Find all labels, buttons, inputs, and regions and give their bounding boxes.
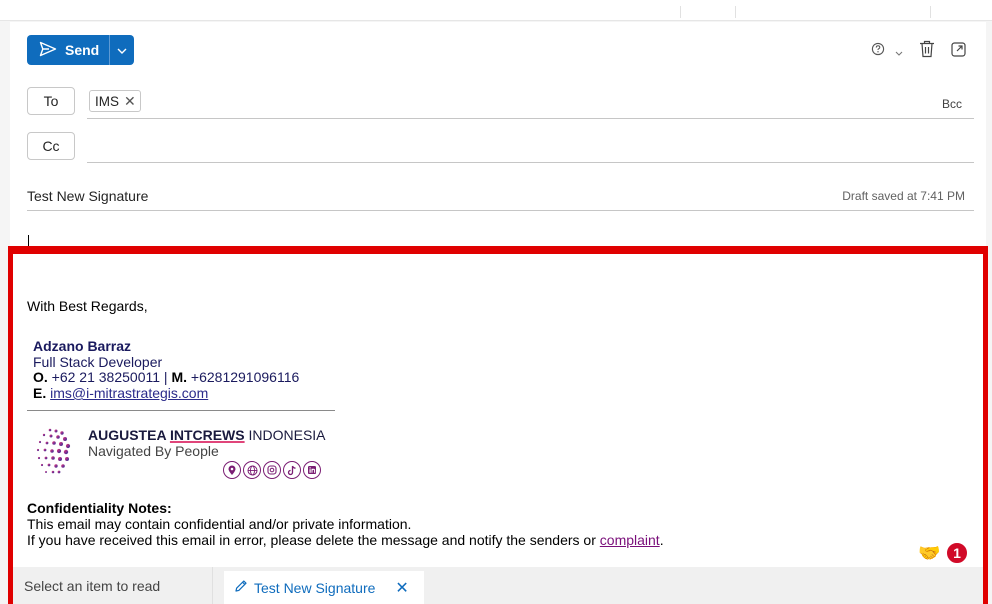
pop-out-button[interactable] — [951, 41, 966, 62]
send-group: Send — [27, 35, 135, 65]
open-in-window-icon — [951, 41, 966, 62]
signature-divider — [27, 410, 335, 411]
toolbar-actions — [871, 40, 966, 63]
close-icon[interactable]: ✕ — [395, 578, 408, 598]
trash-icon — [919, 40, 935, 63]
separator: | — [163, 369, 168, 385]
send-button[interactable]: Send — [27, 35, 110, 65]
text-cursor — [28, 235, 29, 252]
location-icon[interactable] — [223, 461, 241, 479]
divider — [735, 6, 736, 18]
mobile-prefix: M. — [171, 369, 188, 385]
office-phone: +62 21 38250011 — [51, 369, 161, 385]
greeting: With Best Regards, — [27, 298, 148, 314]
handshake-icon[interactable]: 🤝 — [918, 543, 940, 564]
to-label: To — [43, 93, 59, 109]
to-field-underline — [87, 118, 974, 119]
complaint-link[interactable]: complaint — [600, 532, 660, 548]
social-links — [223, 461, 321, 479]
company-name-part: INTCREWS — [169, 427, 245, 443]
subject-underline — [27, 210, 974, 211]
company-name-part: AUGUSTEA — [88, 427, 167, 443]
tab-reading-pane[interactable]: Select an item to read — [13, 567, 213, 604]
recipient-chip[interactable]: IMS ✕ — [89, 90, 141, 112]
chevron-down-icon — [117, 41, 127, 59]
chevron-down-icon — [895, 43, 903, 61]
send-label: Send — [65, 42, 100, 58]
close-icon[interactable]: ✕ — [124, 94, 136, 108]
company-tagline: Navigated By People — [88, 443, 219, 459]
linkedin-icon[interactable] — [303, 461, 321, 479]
tab-draft[interactable]: Test New Signature ✕ — [224, 571, 424, 604]
email-prefix: E. — [33, 385, 47, 401]
to-button[interactable]: To — [27, 87, 75, 115]
send-icon — [39, 41, 57, 60]
divider — [680, 6, 681, 18]
send-options-button[interactable] — [110, 35, 135, 65]
globe-icon[interactable] — [243, 461, 261, 479]
signature-phones: O. +62 21 38250011 | M. +6281291096116 — [33, 369, 299, 385]
subject-field[interactable]: Test New Signature — [27, 188, 148, 204]
cc-label: Cc — [42, 138, 60, 154]
email-link[interactable]: ims@i-mitrastrategis.com — [50, 385, 208, 401]
mobile-phone: +6281291096116 — [190, 369, 300, 385]
confidentiality-text-part: If you have received this email in error… — [27, 532, 596, 548]
instagram-icon[interactable] — [263, 461, 281, 479]
top-strip — [0, 0, 992, 21]
signature-name: Adzano Barraz — [33, 338, 132, 354]
signature-title: Full Stack Developer — [33, 354, 163, 370]
bcc-button[interactable]: Bcc — [942, 97, 962, 111]
company-logo — [36, 428, 71, 474]
confidentiality-text: This email may contain confidential and/… — [27, 516, 412, 532]
sensitivity-button[interactable] — [871, 41, 903, 62]
period: . — [659, 532, 664, 548]
discard-button[interactable] — [919, 40, 935, 63]
bottom-tab-bar: Select an item to read Test New Signatur… — [13, 567, 983, 604]
tab-draft-label: Test New Signature — [254, 579, 376, 596]
office-prefix: O. — [33, 369, 48, 385]
notification-badge[interactable]: 1 — [945, 541, 969, 565]
draft-status: Draft saved at 7:41 PM — [842, 189, 965, 203]
shield-question-icon — [871, 41, 885, 62]
cc-field-underline[interactable] — [87, 162, 974, 163]
cc-button[interactable]: Cc — [27, 132, 75, 160]
recipient-name: IMS — [95, 93, 120, 109]
pencil-icon — [234, 579, 248, 596]
company-name: AUGUSTEA INTCREWS INDONESIA — [88, 427, 326, 443]
confidentiality-text: If you have received this email in error… — [27, 532, 664, 548]
tiktok-icon[interactable] — [283, 461, 301, 479]
company-name-part: INDONESIA — [248, 427, 326, 443]
divider — [930, 6, 931, 18]
confidentiality-heading: Confidentiality Notes: — [27, 500, 172, 516]
signature-email-line: E. ims@i-mitrastrategis.com — [33, 385, 208, 401]
